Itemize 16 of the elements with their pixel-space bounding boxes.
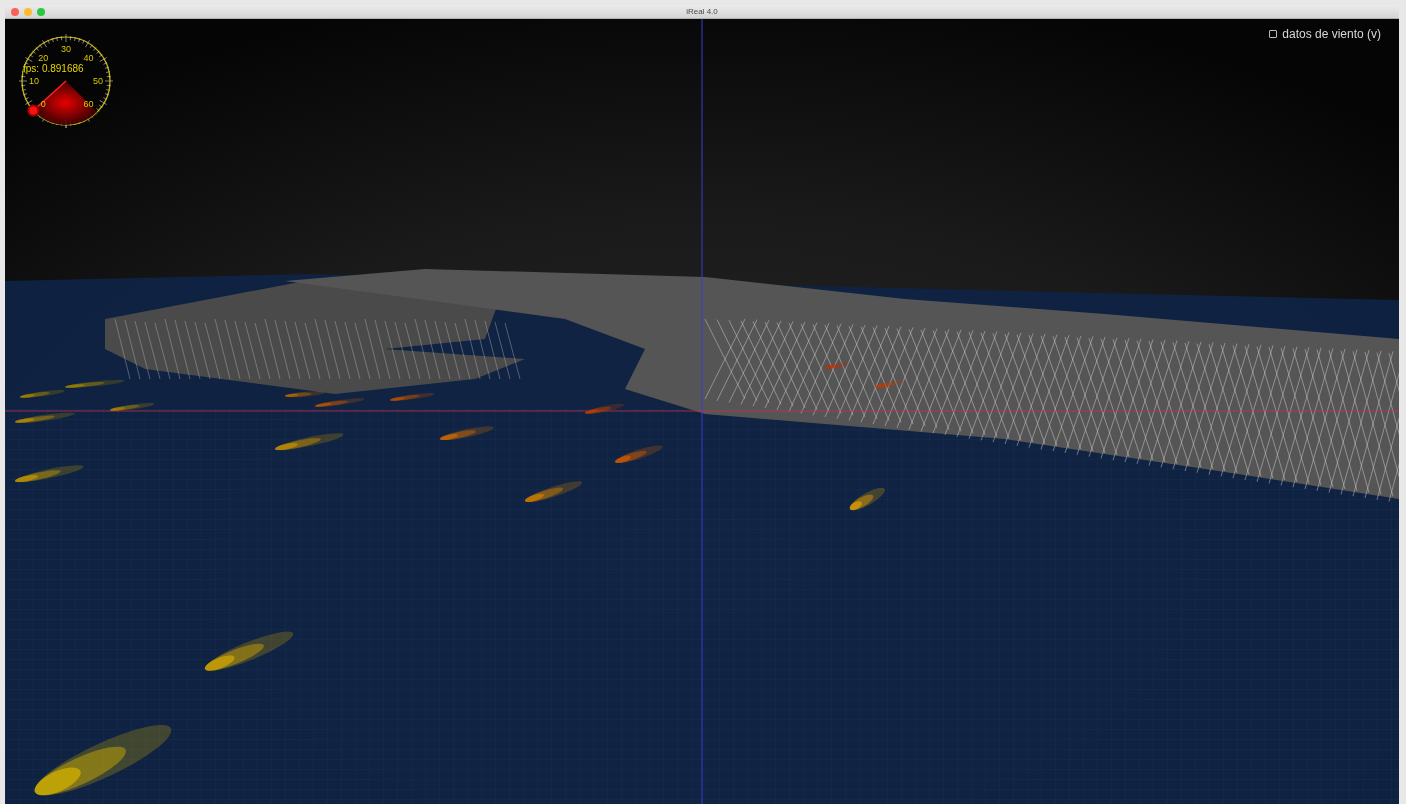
gauge-scale-label: 20 [38,53,49,63]
fps-reading: fps: 0.891686 [23,64,84,74]
wind-data-checkbox[interactable]: datos de viento (v) [1269,25,1381,43]
checkbox-box[interactable] [1269,30,1278,38]
gauge-scale-label: 10 [29,76,39,86]
window-title: iReal 4.0 [686,7,718,16]
gauge-needle [27,80,67,117]
minimize-button[interactable] [24,8,32,16]
gauge-scale-label: 0 [40,99,46,109]
close-button[interactable] [11,8,19,16]
checkbox-label: datos de viento (v) [1282,26,1381,43]
gauge-scale-label: 50 [93,76,103,86]
maximize-button[interactable] [37,8,45,16]
gauge-scale-label: 30 [61,44,71,54]
gauge-scale-label: 60 [83,99,94,109]
gauge-scale-label: 40 [83,53,94,63]
